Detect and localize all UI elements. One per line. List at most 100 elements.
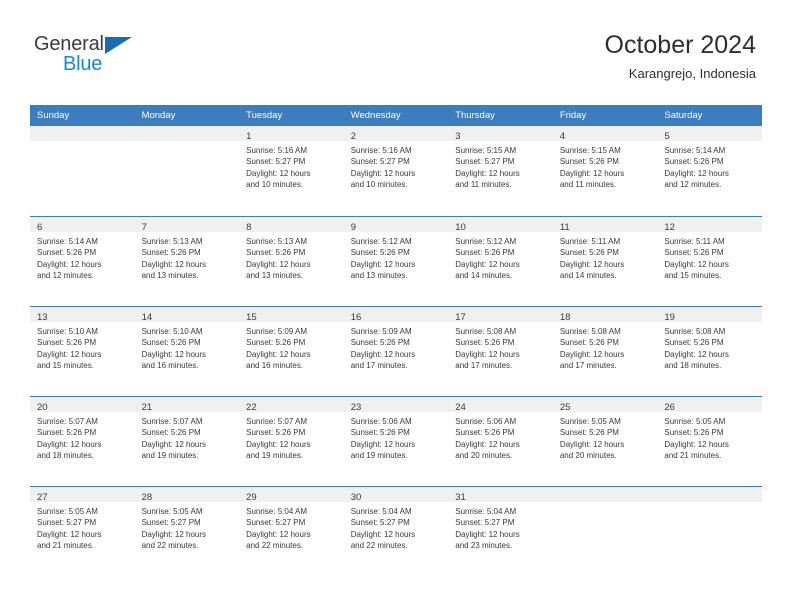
day-cell-26[interactable]: 26 Sunrise: 5:05 AM Sunset: 5:26 PM Dayligh… xyxy=(657,397,762,486)
day-detail-line: Daylight: 12 hours xyxy=(37,259,102,269)
day-cell-7[interactable]: 7 Sunrise: 5:13 AM Sunset: 5:26 PM Daylight… xyxy=(134,217,240,306)
day-cell-11[interactable]: 11 Sunrise: 5:11 AM Sunset: 5:26 PM Dayligh… xyxy=(552,217,658,306)
day-details: Sunrise: 5:09 AM Sunset: 5:26 PM Daylight:… xyxy=(239,322,344,372)
day-detail-line: Sunset: 5:26 PM xyxy=(141,338,201,348)
day-cell-27[interactable]: 27 Sunrise: 5:05 AM Sunset: 5:27 PM Dayligh… xyxy=(30,487,135,576)
day-details: Sunrise: 5:13 AM Sunset: 5:26 PM Daylight:… xyxy=(239,232,344,282)
day-number: 7 xyxy=(141,222,147,233)
day-details: Sunrise: 5:05 AM Sunset: 5:26 PM Daylight:… xyxy=(657,412,762,462)
day-details: Sunrise: 5:08 AM Sunset: 5:26 PM Daylight:… xyxy=(657,322,762,372)
day-detail-line: Sunrise: 5:11 AM xyxy=(559,237,621,246)
calendar-grid: Sunday Monday Tuesday Wednesday Thursday Frid… xyxy=(30,105,762,576)
day-detail-line: Sunrise: 5:07 AM xyxy=(141,417,203,426)
day-detail-line: Sunset: 5:26 PM xyxy=(559,248,619,258)
day-cell-31[interactable]: 31 Sunrise: 5:04 AM Sunset: 5:27 PM Dayligh… xyxy=(448,487,553,576)
day-detail-line: and 15 minutes. xyxy=(664,271,722,281)
day-cell-29[interactable]: 29 Sunrise: 5:04 AM Sunset: 5:27 PM Dayligh… xyxy=(239,487,344,576)
day-number-band: 31 xyxy=(448,487,553,503)
day-detail-line: Sunrise: 5:04 AM xyxy=(455,507,517,516)
day-detail-line: Sunset: 5:27 PM xyxy=(350,518,410,528)
calendar-weeks: 1 Sunrise: 5:16 AM Sunset: 5:27 PM Daylight… xyxy=(30,126,762,576)
day-number: 24 xyxy=(455,402,466,413)
day-cell-20[interactable]: 20 Sunrise: 5:07 AM Sunset: 5:26 PM Dayligh… xyxy=(30,397,135,486)
day-detail-line: Sunset: 5:26 PM xyxy=(664,338,724,348)
day-cell-19[interactable]: 19 Sunrise: 5:08 AM Sunset: 5:26 PM Dayligh… xyxy=(657,307,762,396)
day-cell-17[interactable]: 17 Sunrise: 5:08 AM Sunset: 5:26 PM Dayligh… xyxy=(448,307,553,396)
day-cell-8[interactable]: 8 Sunrise: 5:13 AM Sunset: 5:26 PM Daylight… xyxy=(239,217,344,306)
day-detail-line: and 15 minutes. xyxy=(37,361,94,371)
day-cell-18[interactable]: 18 Sunrise: 5:08 AM Sunset: 5:26 PM Dayligh… xyxy=(552,307,658,396)
day-detail-line: and 12 minutes. xyxy=(37,271,94,281)
day-detail-line: Sunset: 5:27 PM xyxy=(141,518,201,528)
day-cell-10[interactable]: 10 Sunrise: 5:12 AM Sunset: 5:26 PM Dayligh… xyxy=(448,217,553,306)
day-cell-9[interactable]: 9 Sunrise: 5:12 AM Sunset: 5:26 PM Daylight… xyxy=(343,217,449,306)
day-detail-line: Daylight: 12 hours xyxy=(664,168,729,178)
day-detail-line: Daylight: 12 hours xyxy=(455,349,520,359)
day-details: Sunrise: 5:05 AM Sunset: 5:27 PM Daylight:… xyxy=(30,502,135,552)
day-detail-line: Sunrise: 5:15 AM xyxy=(455,146,517,155)
day-number: 19 xyxy=(664,312,675,323)
day-detail-line: Sunset: 5:26 PM xyxy=(246,248,306,258)
day-detail-line: Daylight: 12 hours xyxy=(37,529,102,539)
day-cell-empty xyxy=(657,487,762,576)
day-detail-line: Sunset: 5:27 PM xyxy=(455,518,515,528)
day-cell-25[interactable]: 25 Sunrise: 5:05 AM Sunset: 5:26 PM Dayligh… xyxy=(552,397,658,486)
day-detail-line: and 22 minutes. xyxy=(246,541,304,551)
day-cell-6[interactable]: 6 Sunrise: 5:14 AM Sunset: 5:26 PM Daylight… xyxy=(30,217,135,306)
day-cell-14[interactable]: 14 Sunrise: 5:10 AM Sunset: 5:26 PM Dayligh… xyxy=(134,307,240,396)
day-number-band: 13 xyxy=(30,307,135,323)
day-cell-28[interactable]: 28 Sunrise: 5:05 AM Sunset: 5:27 PM Dayligh… xyxy=(134,487,240,576)
day-cell-4[interactable]: 4 Sunrise: 5:15 AM Sunset: 5:26 PM Daylight… xyxy=(552,126,658,216)
day-detail-line: Sunrise: 5:08 AM xyxy=(664,327,726,336)
day-number-band: 4 xyxy=(552,126,658,142)
day-detail-line: Sunrise: 5:12 AM xyxy=(455,237,517,246)
day-detail-line: Sunrise: 5:04 AM xyxy=(246,507,308,516)
day-cell-24[interactable]: 24 Sunrise: 5:06 AM Sunset: 5:26 PM Dayligh… xyxy=(448,397,553,486)
day-cell-2[interactable]: 2 Sunrise: 5:16 AM Sunset: 5:27 PM Daylight… xyxy=(343,126,449,216)
day-detail-line: Daylight: 12 hours xyxy=(559,259,625,269)
day-details: Sunrise: 5:16 AM Sunset: 5:27 PM Daylight:… xyxy=(239,141,344,191)
day-number-band: 2 xyxy=(343,126,449,142)
day-detail-line: Daylight: 12 hours xyxy=(350,529,416,539)
calendar-page: General Blue October 2024 Karangrejo, In… xyxy=(0,0,792,612)
day-cell-30[interactable]: 30 Sunrise: 5:04 AM Sunset: 5:27 PM Dayligh… xyxy=(343,487,449,576)
calendar-week-row: 20 Sunrise: 5:07 AM Sunset: 5:26 PM Dayligh… xyxy=(30,396,762,486)
day-number-band: 5 xyxy=(657,126,762,142)
day-detail-line: Sunrise: 5:09 AM xyxy=(350,327,412,336)
day-cell-22[interactable]: 22 Sunrise: 5:07 AM Sunset: 5:26 PM Dayligh… xyxy=(239,397,344,486)
general-blue-logo[interactable]: General Blue xyxy=(34,33,264,83)
day-cell-5[interactable]: 5 Sunrise: 5:14 AM Sunset: 5:26 PM Daylight… xyxy=(657,126,762,216)
day-number: 6 xyxy=(37,222,43,233)
day-cell-16[interactable]: 16 Sunrise: 5:09 AM Sunset: 5:26 PM Dayligh… xyxy=(343,307,449,396)
day-detail-line: Sunset: 5:26 PM xyxy=(350,338,410,348)
day-number-band xyxy=(552,487,658,502)
day-cell-empty xyxy=(30,126,135,216)
day-detail-line: and 19 minutes. xyxy=(350,451,408,461)
day-detail-line: Sunset: 5:26 PM xyxy=(350,428,410,438)
day-number: 17 xyxy=(455,312,466,323)
day-number-band: 30 xyxy=(343,487,449,503)
day-number-band: 7 xyxy=(134,217,240,233)
day-cell-21[interactable]: 21 Sunrise: 5:07 AM Sunset: 5:26 PM Dayligh… xyxy=(134,397,240,486)
day-details: Sunrise: 5:14 AM Sunset: 5:26 PM Daylight:… xyxy=(657,141,762,191)
day-detail-line: Daylight: 12 hours xyxy=(246,529,311,539)
day-cell-12[interactable]: 12 Sunrise: 5:11 AM Sunset: 5:26 PM Dayligh… xyxy=(657,217,762,306)
day-details: Sunrise: 5:08 AM Sunset: 5:26 PM Daylight:… xyxy=(553,322,658,372)
weekday-header-row: Sunday Monday Tuesday Wednesday Thursday Frid… xyxy=(30,105,762,126)
day-cell-1[interactable]: 1 Sunrise: 5:16 AM Sunset: 5:27 PM Daylight… xyxy=(239,126,344,216)
day-detail-line: Sunrise: 5:10 AM xyxy=(37,327,98,336)
day-detail-line: Daylight: 12 hours xyxy=(246,349,311,359)
logo-triangle-icon xyxy=(105,37,132,54)
day-number-band: 8 xyxy=(239,217,344,233)
title-block: October 2024 Karangrejo, Indonesia xyxy=(605,30,757,84)
day-detail-line: Sunrise: 5:08 AM xyxy=(559,327,621,336)
day-cell-23[interactable]: 23 Sunrise: 5:06 AM Sunset: 5:26 PM Dayligh… xyxy=(343,397,449,486)
day-number-band: 17 xyxy=(448,307,553,323)
day-detail-line: Daylight: 12 hours xyxy=(559,168,625,178)
day-cell-13[interactable]: 13 Sunrise: 5:10 AM Sunset: 5:26 PM Dayligh… xyxy=(30,307,135,396)
day-number: 4 xyxy=(559,131,566,142)
day-detail-line: and 21 minutes. xyxy=(37,541,94,551)
day-cell-3[interactable]: 3 Sunrise: 5:15 AM Sunset: 5:27 PM Daylight… xyxy=(448,126,553,216)
day-details: Sunrise: 5:05 AM Sunset: 5:27 PM Daylight:… xyxy=(135,502,240,552)
day-cell-15[interactable]: 15 Sunrise: 5:09 AM Sunset: 5:26 PM Dayligh… xyxy=(239,307,344,396)
